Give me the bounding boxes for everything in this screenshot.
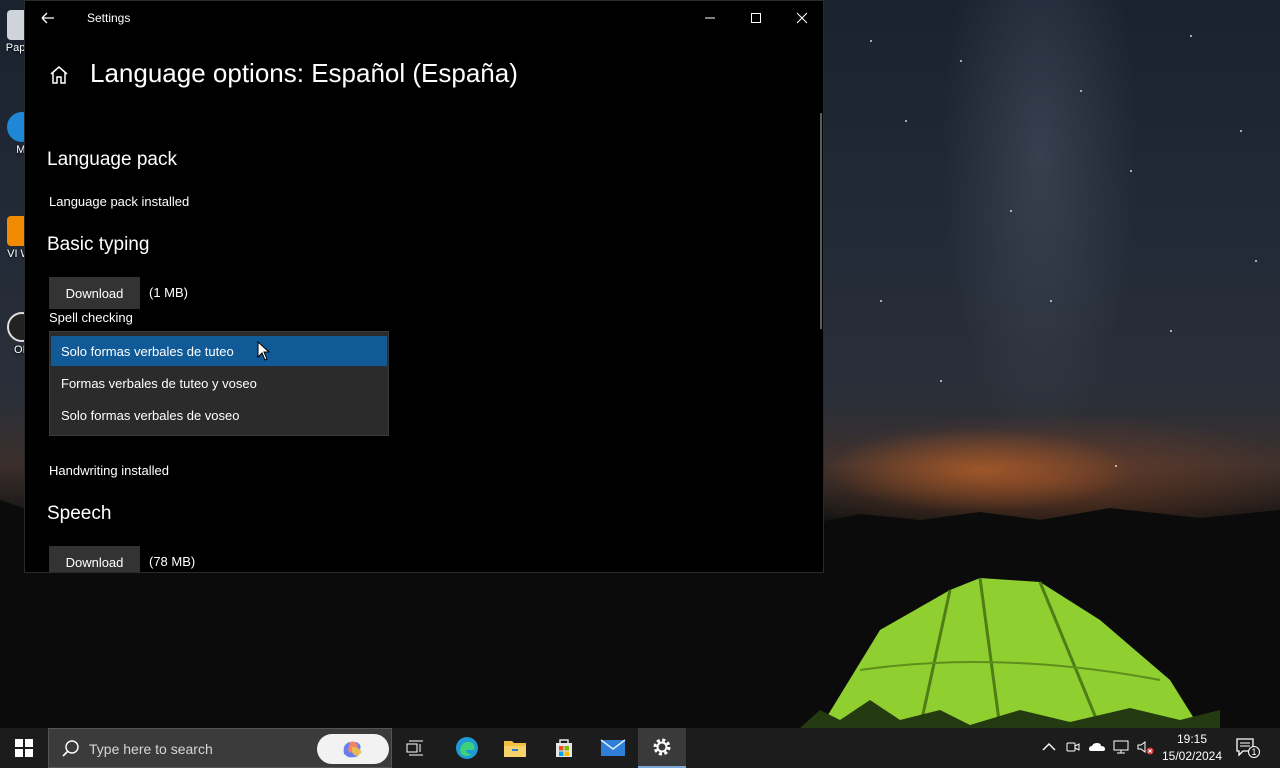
taskbar-edge[interactable] (443, 728, 491, 768)
show-hidden-icons-chevron-icon[interactable] (1040, 738, 1058, 756)
task-view-icon (406, 740, 423, 756)
star (870, 40, 872, 42)
mouse-cursor-icon (257, 341, 271, 361)
volume-muted-icon[interactable] (1136, 738, 1154, 756)
star (940, 380, 942, 382)
section-heading-language-pack: Language pack (47, 149, 177, 170)
onedrive-cloud-icon[interactable] (1088, 738, 1106, 756)
star (1010, 210, 1012, 212)
search-icon (62, 740, 79, 757)
star (1170, 330, 1172, 332)
maximize-icon (751, 13, 761, 23)
network-icon[interactable] (1112, 738, 1130, 756)
minimize-icon (705, 17, 715, 19)
edge-icon (456, 737, 478, 759)
taskbar: 19:15 15/02/2024 1 (0, 728, 1280, 768)
section-heading-basic-typing: Basic typing (47, 234, 150, 255)
taskbar-file-explorer[interactable] (491, 728, 539, 768)
settings-icon (653, 738, 671, 756)
star (1255, 260, 1257, 262)
star (1240, 130, 1242, 132)
window-title: Settings (87, 11, 131, 25)
taskbar-settings[interactable] (638, 728, 686, 768)
dropdown-option-tuteo[interactable]: Solo formas verbales de tuteo (51, 336, 387, 366)
spell-checking-dropdown-list: Solo formas verbales de tuteo Formas ver… (49, 331, 389, 436)
dropdown-option-voseo[interactable]: Solo formas verbales de voseo (51, 400, 387, 430)
home-icon (50, 66, 68, 84)
maximize-button[interactable] (733, 1, 779, 35)
taskbar-clock[interactable]: 19:15 15/02/2024 (1160, 731, 1224, 765)
home-button[interactable] (47, 63, 71, 87)
taskbar-search-box[interactable] (48, 728, 392, 768)
spell-checking-label: Spell checking (49, 310, 133, 325)
close-icon (796, 12, 808, 24)
back-arrow-icon (41, 12, 54, 24)
star (1115, 465, 1117, 467)
basic-typing-size: (1 MB) (149, 285, 188, 300)
back-button[interactable] (37, 7, 59, 29)
minimize-button[interactable] (687, 1, 733, 35)
windows-logo-icon (15, 739, 33, 757)
start-button[interactable] (0, 728, 48, 768)
speech-download-button[interactable]: Download (49, 546, 140, 572)
settings-window: Settings Language options: Español (Espa… (24, 0, 824, 573)
star (960, 60, 962, 62)
taskbar-microsoft-store[interactable] (540, 728, 588, 768)
taskbar-task-view[interactable] (392, 728, 440, 768)
language-pack-status: Language pack installed (49, 194, 190, 209)
star (1130, 170, 1132, 172)
close-button[interactable] (779, 1, 823, 35)
copilot-button[interactable] (317, 734, 389, 764)
meet-now-icon[interactable] (1064, 738, 1082, 756)
star (1190, 35, 1192, 37)
star (880, 300, 882, 302)
taskbar-mail[interactable] (589, 728, 637, 768)
clock-date: 15/02/2024 (1161, 749, 1223, 763)
page-title: Language options: Español (España) (90, 58, 518, 88)
copilot-icon (343, 741, 362, 758)
file-explorer-icon (504, 741, 526, 757)
dropdown-option-tuteo-voseo[interactable]: Formas verbales de tuteo y voseo (51, 368, 387, 398)
notification-count-badge: 1 (1248, 746, 1260, 758)
scrollbar[interactable] (820, 113, 822, 329)
mail-icon (600, 739, 626, 756)
star (1050, 300, 1052, 302)
speech-size: (78 MB) (149, 554, 196, 569)
action-center-button[interactable]: 1 (1234, 736, 1260, 760)
basic-typing-download-button[interactable]: Download (49, 277, 140, 309)
star (1080, 90, 1082, 92)
section-heading-speech: Speech (47, 503, 112, 524)
clock-time: 19:15 (1176, 732, 1208, 746)
star (905, 120, 907, 122)
tent-illustration (800, 577, 1220, 728)
handwriting-status: Handwriting installed (49, 463, 169, 478)
search-input[interactable] (89, 740, 309, 758)
microsoft-store-icon (556, 739, 572, 757)
title-bar: Settings (25, 1, 823, 35)
